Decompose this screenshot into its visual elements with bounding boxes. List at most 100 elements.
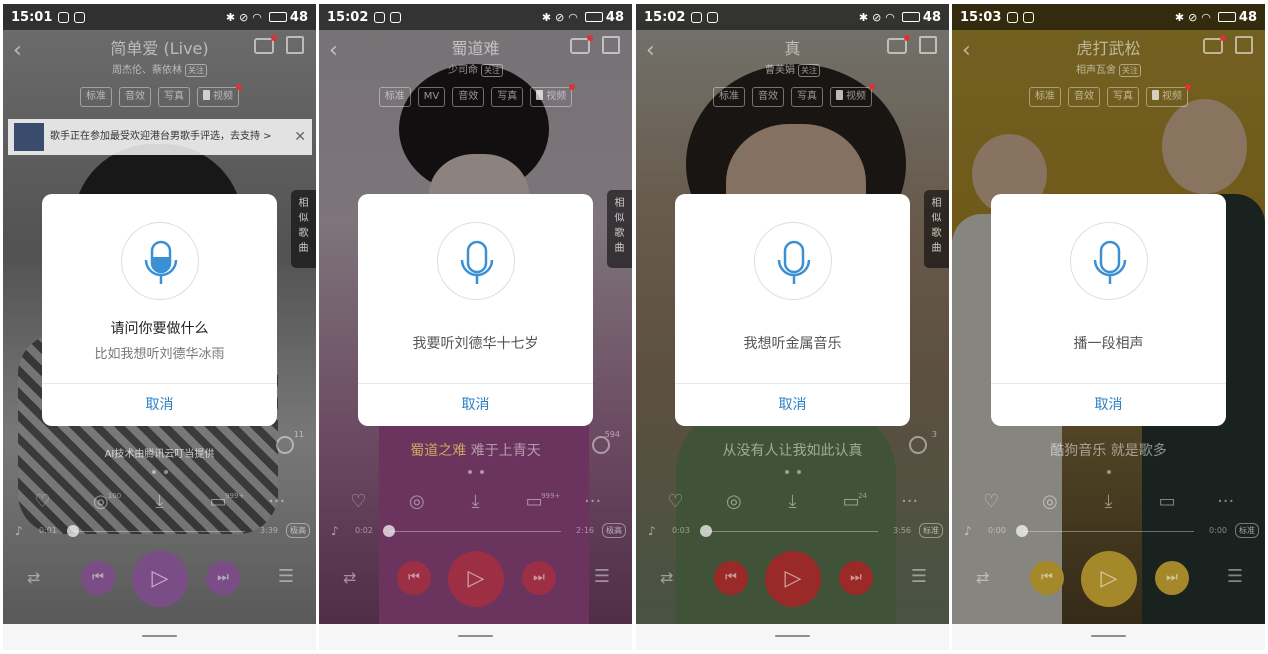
play-icon[interactable]: ▷ <box>765 551 821 607</box>
playlist-icon[interactable]: ☰ <box>594 566 610 587</box>
cast-tv-icon[interactable] <box>887 35 910 54</box>
similar-songs-tab[interactable]: 相 似 歌 曲 <box>924 190 949 268</box>
previous-icon[interactable]: ⏮ <box>1030 561 1064 595</box>
bell-icon[interactable]: ♪ <box>964 524 972 538</box>
home-indicator[interactable] <box>1091 635 1126 637</box>
ringtone-icon[interactable]: ◎ 100 <box>90 492 121 512</box>
next-icon[interactable]: ⏭ <box>1155 561 1189 595</box>
home-indicator[interactable] <box>775 635 810 637</box>
home-indicator[interactable] <box>458 635 493 637</box>
sound-effect-button[interactable]: 音效 <box>752 87 784 107</box>
follow-button[interactable]: 关注 <box>185 64 207 77</box>
playlist-icon[interactable]: ☰ <box>911 566 927 587</box>
download-icon[interactable]: ⤓ <box>148 492 170 512</box>
more-icon[interactable]: ··· <box>266 492 288 512</box>
notice-banner[interactable]: 歌手正在参加最受欢迎港台男歌手评选，去支持 > ✕ <box>8 119 312 155</box>
photo-button[interactable]: 写真 <box>1107 87 1139 107</box>
comment-icon[interactable]: ▭ 999+ <box>207 492 245 512</box>
follow-button[interactable]: 关注 <box>481 64 503 77</box>
quality-badge[interactable]: 极高 <box>286 523 310 538</box>
progress-track[interactable] <box>389 531 561 532</box>
quality-badge[interactable]: 标准 <box>1235 523 1259 538</box>
next-icon[interactable]: ⏭ <box>522 561 556 595</box>
play-icon[interactable]: ▷ <box>1081 551 1137 607</box>
favorite-heart-icon[interactable]: ♡ <box>664 492 686 512</box>
download-icon[interactable]: ⤓ <box>781 492 803 512</box>
quality-standard-button[interactable]: 标准 <box>1029 87 1061 107</box>
cast-tv-icon[interactable] <box>570 35 593 54</box>
follow-button[interactable]: 关注 <box>798 64 820 77</box>
video-button[interactable]: 视频 <box>1146 84 1191 107</box>
progress-track[interactable] <box>706 531 878 532</box>
quality-badge[interactable]: 极高 <box>602 523 626 538</box>
sing-mic-icon[interactable] <box>276 436 294 454</box>
sound-effect-button[interactable]: 音效 <box>119 87 151 107</box>
previous-icon[interactable]: ⏮ <box>397 561 431 595</box>
cast-tv-icon[interactable] <box>254 35 277 54</box>
sound-effect-button[interactable]: 音效 <box>452 87 485 107</box>
back-icon[interactable]: ‹ <box>329 38 338 63</box>
loop-icon[interactable]: ⇄ <box>976 568 989 587</box>
playlist-icon[interactable]: ☰ <box>278 566 294 587</box>
comment-icon[interactable]: ▭ <box>1156 492 1178 512</box>
quality-standard-button[interactable]: 标准 <box>713 87 745 107</box>
progress-knob[interactable] <box>1016 525 1028 537</box>
previous-icon[interactable]: ⏮ <box>714 561 748 595</box>
download-icon[interactable]: ⤓ <box>464 492 486 512</box>
next-icon[interactable]: ⏭ <box>206 561 240 595</box>
progress-track[interactable] <box>1022 531 1194 532</box>
next-icon[interactable]: ⏭ <box>839 561 873 595</box>
loop-icon[interactable]: ⇄ <box>27 568 40 587</box>
progress-track[interactable] <box>73 531 245 532</box>
similar-songs-tab[interactable]: 相 似 歌 曲 <box>291 190 316 268</box>
bell-icon[interactable]: ♪ <box>15 524 23 538</box>
play-icon[interactable]: ▷ <box>132 551 188 607</box>
cast-tv-icon[interactable] <box>1203 35 1226 54</box>
quality-standard-button[interactable]: 标准 <box>378 87 411 107</box>
cancel-button[interactable]: 取消 <box>358 384 593 426</box>
previous-icon[interactable]: ⏮ <box>81 561 115 595</box>
close-icon[interactable]: ✕ <box>294 129 306 145</box>
video-button[interactable]: 视频 <box>830 84 875 107</box>
follow-button[interactable]: 关注 <box>1119 64 1141 77</box>
favorite-heart-icon[interactable]: ♡ <box>31 492 53 512</box>
cancel-button[interactable]: 取消 <box>991 384 1226 426</box>
bell-icon[interactable]: ♪ <box>648 524 656 538</box>
more-icon[interactable]: ··· <box>582 492 604 512</box>
video-button[interactable]: 视频 <box>197 84 242 107</box>
favorite-heart-icon[interactable]: ♡ <box>980 492 1002 512</box>
progress-knob[interactable] <box>700 525 712 537</box>
share-icon[interactable] <box>602 36 620 54</box>
sound-effect-button[interactable]: 音效 <box>1068 87 1100 107</box>
play-icon[interactable]: ▷ <box>448 551 504 607</box>
share-icon[interactable] <box>919 36 937 54</box>
photo-button[interactable]: 写真 <box>791 87 823 107</box>
mv-button[interactable]: MV <box>417 87 446 107</box>
sing-mic-icon[interactable] <box>909 436 927 454</box>
share-icon[interactable] <box>1235 36 1253 54</box>
video-button[interactable]: 视频 <box>530 84 576 107</box>
progress-knob[interactable] <box>67 525 79 537</box>
more-icon[interactable]: ··· <box>899 492 921 512</box>
favorite-heart-icon[interactable]: ♡ <box>347 492 369 512</box>
photo-button[interactable]: 写真 <box>491 87 524 107</box>
home-indicator[interactable] <box>142 635 177 637</box>
ringtone-icon[interactable]: ◎ <box>406 492 428 512</box>
playlist-icon[interactable]: ☰ <box>1227 566 1243 587</box>
progress-knob[interactable] <box>383 525 395 537</box>
cancel-button[interactable]: 取消 <box>675 384 910 426</box>
ringtone-icon[interactable]: ◎ <box>1039 492 1061 512</box>
loop-icon[interactable]: ⇄ <box>343 568 356 587</box>
quality-badge[interactable]: 标准 <box>919 523 943 538</box>
cancel-button[interactable]: 取消 <box>42 384 277 426</box>
quality-standard-button[interactable]: 标准 <box>80 87 112 107</box>
photo-button[interactable]: 写真 <box>158 87 190 107</box>
comment-icon[interactable]: ▭ 999+ <box>523 492 561 512</box>
more-icon[interactable]: ··· <box>1215 492 1237 512</box>
back-icon[interactable]: ‹ <box>646 38 655 63</box>
back-icon[interactable]: ‹ <box>962 38 971 63</box>
back-icon[interactable]: ‹ <box>13 38 22 63</box>
loop-icon[interactable]: ⇄ <box>660 568 673 587</box>
similar-songs-tab[interactable]: 相 似 歌 曲 <box>607 190 632 268</box>
download-icon[interactable]: ⤓ <box>1097 492 1119 512</box>
